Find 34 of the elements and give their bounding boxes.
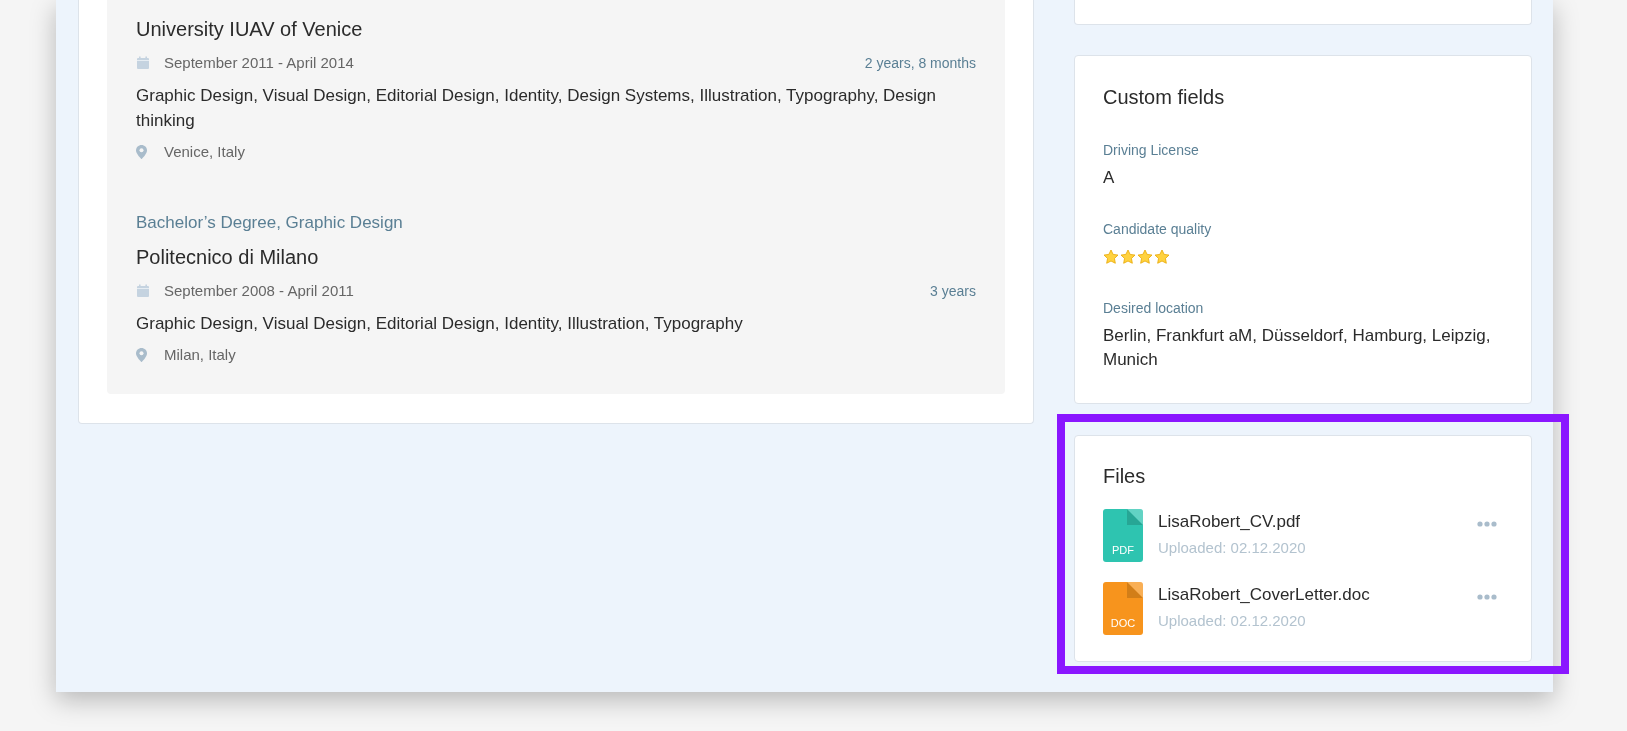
location-pin-icon: [136, 145, 147, 159]
location-text: Venice, Italy: [164, 143, 245, 161]
card-title: Custom fields: [1103, 85, 1226, 109]
field-value: A: [1103, 167, 1116, 189]
upload-date: Uploaded: 02.12.2020: [1158, 539, 1306, 557]
location-pin-icon: [136, 348, 147, 362]
field-label: Driving License: [1103, 141, 1200, 159]
field-value: Berlin, Frankfurt aM, Düsseldorf, Hamburg, Leipzig, Munich: [1103, 325, 1492, 371]
school-name: University IUAV of Venice: [136, 17, 364, 42]
star-icon: [1120, 249, 1136, 265]
field-label: Desired location: [1103, 299, 1205, 317]
star-icon: [1154, 249, 1170, 265]
school-name: Politecnico di Milano: [136, 245, 320, 270]
file-type-label: PDF: [1111, 543, 1135, 557]
card-title: Files: [1103, 464, 1147, 488]
upload-date: Uploaded: 02.12.2020: [1158, 612, 1307, 630]
duration: 3 years: [930, 282, 976, 300]
skills-text: Graphic Design, Visual Design, Editorial Design, Identity, Design Systems, Illustration, Typography, Design thinking: [136, 85, 937, 132]
calendar-icon: [136, 56, 150, 70]
star-icon: [1137, 249, 1153, 265]
file-name: LisaRobert_CV.pdf: [1158, 512, 1302, 532]
field-label: Candidate quality: [1103, 220, 1213, 238]
file-type-label: DOC: [1109, 616, 1137, 630]
file-name: LisaRobert_CoverLetter.doc: [1158, 585, 1370, 605]
star-icon: [1103, 249, 1119, 265]
location-text: Milan, Italy: [164, 346, 236, 364]
more-options-button[interactable]: [1475, 592, 1499, 602]
date-range: September 2008 - April 2011: [164, 282, 354, 300]
degree-title: Bachelor’s Degree, Graphic Design: [136, 213, 404, 233]
calendar-icon: [136, 284, 150, 298]
date-range: September 2011 - April 2014: [164, 54, 354, 72]
duration: 2 years, 8 months: [864, 54, 976, 72]
more-options-button[interactable]: [1475, 519, 1499, 529]
skills-text: Graphic Design, Visual Design, Editorial Design, Identity, Illustration, Typography: [136, 313, 744, 335]
